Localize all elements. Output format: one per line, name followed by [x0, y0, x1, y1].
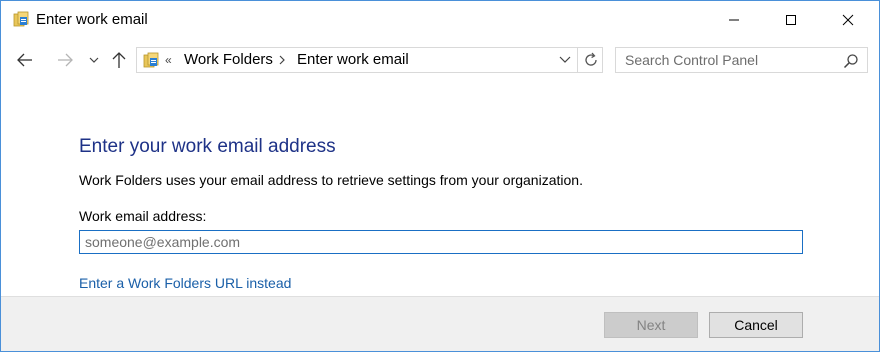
page-title: Enter your work email address — [79, 136, 336, 157]
next-button[interactable]: Next — [604, 312, 698, 338]
close-icon — [842, 14, 854, 26]
navigation-bar: « Work Folders Enter work email Search C… — [1, 41, 879, 79]
back-arrow-icon — [17, 53, 32, 67]
search-box[interactable]: Search Control Panel — [615, 47, 868, 73]
work-folders-icon — [13, 11, 29, 27]
breadcrumb-enter-work-email[interactable]: Enter work email — [297, 51, 409, 69]
refresh-icon[interactable] — [582, 51, 600, 69]
divider — [577, 48, 578, 72]
search-icon[interactable] — [843, 53, 859, 69]
window-title: Enter work email — [36, 11, 148, 28]
email-field[interactable] — [79, 230, 803, 254]
email-field-label: Work email address: — [79, 208, 207, 224]
back-button[interactable] — [11, 48, 39, 72]
dialog-footer: Next Cancel — [1, 296, 879, 351]
recent-locations-button[interactable] — [85, 48, 103, 72]
work-folders-window: Enter work email « Work Folders Enter wo… — [0, 0, 880, 352]
maximize-button[interactable] — [768, 1, 814, 39]
chevron-down-icon[interactable] — [557, 53, 573, 67]
up-button[interactable] — [107, 48, 131, 72]
enter-url-instead-link[interactable]: Enter a Work Folders URL instead — [79, 274, 291, 292]
chevron-down-icon — [89, 57, 99, 63]
breadcrumb-overflow-button[interactable]: « — [165, 51, 172, 69]
minimize-button[interactable] — [711, 1, 757, 39]
forward-button[interactable] — [51, 48, 79, 72]
chevron-right-icon[interactable] — [276, 52, 288, 68]
title-bar: Enter work email — [1, 1, 879, 39]
minimize-icon — [729, 19, 739, 21]
work-folders-icon — [143, 52, 159, 68]
up-arrow-icon — [112, 52, 126, 68]
forward-arrow-icon — [58, 53, 73, 67]
cancel-button[interactable]: Cancel — [709, 312, 803, 338]
maximize-icon — [786, 15, 796, 25]
address-bar[interactable]: « Work Folders Enter work email — [136, 47, 603, 73]
close-button[interactable] — [825, 1, 871, 39]
breadcrumb-work-folders[interactable]: Work Folders — [184, 51, 273, 69]
page-description: Work Folders uses your email address to … — [79, 172, 583, 188]
search-input[interactable]: Search Control Panel — [625, 52, 758, 69]
